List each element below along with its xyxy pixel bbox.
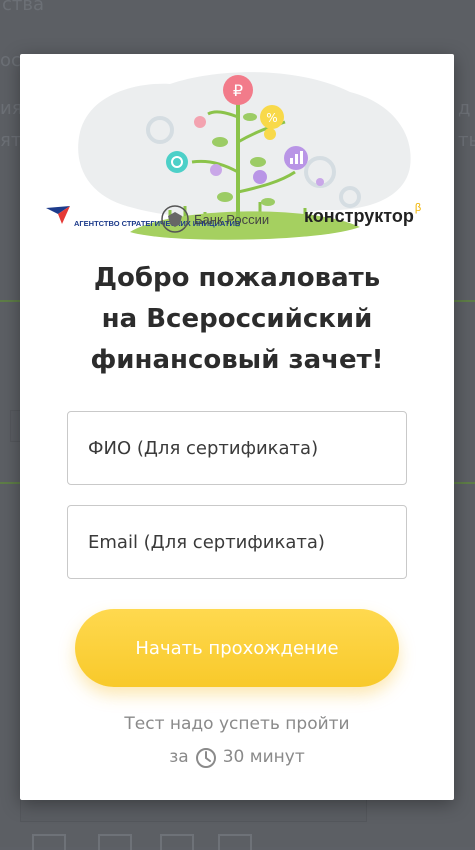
chart-icon — [284, 146, 308, 170]
email-field — [67, 505, 407, 579]
note-line: Тест надо успеть пройти — [124, 714, 350, 734]
konstruktor-label: конструктор — [304, 206, 414, 226]
konstruktor-logo: конструктор β — [304, 202, 421, 227]
percent-icon: % — [260, 105, 284, 129]
bg-text-fragment: ства — [2, 0, 45, 15]
title-line: финансовый зачет! — [90, 345, 384, 375]
refresh-icon — [166, 151, 188, 173]
title-line: Добро пожаловать — [93, 263, 381, 293]
cbr-logo: Банк России — [160, 204, 269, 234]
note-prefix: за — [169, 747, 189, 767]
note-duration: 30 минут — [222, 747, 305, 767]
cbr-label: Банк России — [194, 211, 270, 227]
welcome-title: Добро пожаловать на Всероссийский финанс… — [40, 258, 434, 381]
svg-text:%: % — [266, 111, 277, 125]
name-input[interactable] — [68, 412, 406, 484]
asi-arrow-icon — [46, 206, 70, 224]
bg-tool-icon — [32, 834, 66, 850]
email-input[interactable] — [68, 506, 406, 578]
name-field — [67, 411, 407, 485]
bg-text-fragment: ос — [0, 50, 21, 71]
welcome-modal: ₽ % АГЕНТСТВО СТРАТЕГИЧЕСКИХ ИНИЦИАТИВ Б… — [20, 54, 454, 800]
start-button[interactable]: Начать прохождение — [75, 609, 399, 687]
partner-logos: АГЕНТСТВО СТРАТЕГИЧЕСКИХ ИНИЦИАТИВ Банк … — [20, 200, 454, 244]
svg-text:₽: ₽ — [233, 81, 243, 100]
bg-toolbar — [0, 820, 475, 850]
title-line: на Всероссийский — [101, 304, 373, 334]
bg-tool-icon — [98, 834, 132, 850]
bg-text-fragment: ть — [458, 130, 475, 151]
beta-badge: β — [414, 201, 422, 214]
note-line: за 30 минут — [20, 741, 454, 774]
bg-tool-icon — [160, 834, 194, 850]
time-limit-note: Тест надо успеть пройти за 30 минут — [20, 708, 454, 774]
eagle-emblem-icon — [161, 205, 189, 233]
ruble-icon: ₽ — [223, 75, 253, 105]
clock-icon — [195, 747, 216, 768]
bg-tool-icon — [218, 834, 252, 850]
bg-text-fragment: д — [458, 98, 471, 119]
